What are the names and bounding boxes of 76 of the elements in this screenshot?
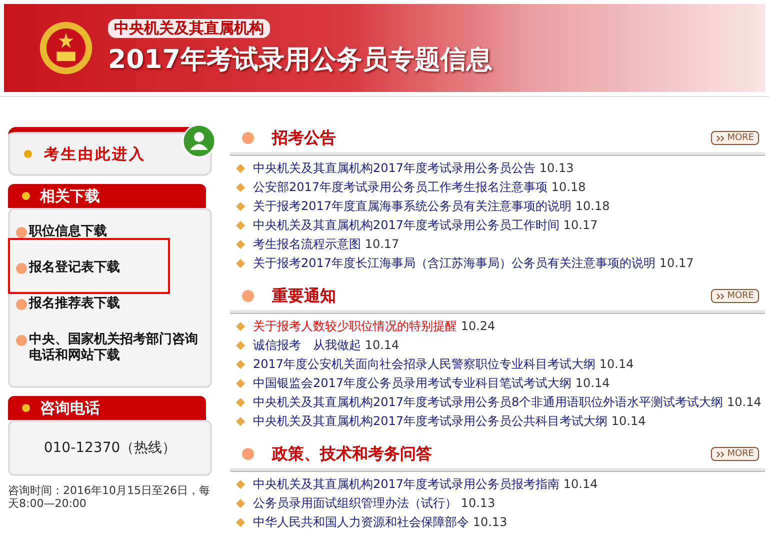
download-link[interactable]: 中央、国家机关招考部门咨询电话和网站下载 [29, 332, 210, 364]
section-title: 重要通知 [272, 286, 336, 306]
news-date: 10.17 [563, 218, 598, 232]
news-link[interactable]: 中央机关及其直属机构2017年度考试录用公务员报考指南 [253, 477, 560, 491]
diamond-bullet-icon [236, 259, 245, 268]
header-subtitle: 中央机关及其直属机构 [108, 19, 270, 38]
download-link[interactable]: 职位信息下载 [29, 224, 107, 240]
phone-number: 010-12370（热线） [44, 439, 176, 457]
news-link[interactable]: 公务员录用面试组织管理办法（试行） [253, 496, 457, 510]
consult-hours: 咨询时间：2016年10月15日至26日，每天8:00—20:00 [8, 484, 211, 510]
diamond-bullet-icon [236, 341, 245, 350]
diamond-bullet-icon [236, 202, 245, 211]
news-date: 10.14 [364, 338, 400, 352]
news-date: 10.17 [659, 256, 694, 270]
diamond-bullet-icon [236, 499, 245, 508]
news-date: 10.24 [460, 319, 496, 333]
news-link[interactable]: 2017年度公安机关面向社会招录人民警察职位专业科目考试大纲 [253, 357, 596, 371]
bullet-icon [22, 192, 30, 200]
news-link[interactable]: 中央机关及其直属机构2017年度考试录用公务员公告 [253, 161, 536, 175]
download-link[interactable]: 报名登记表下载 [29, 260, 120, 276]
diamond-bullet-icon [236, 398, 245, 407]
bullet-icon [16, 299, 27, 310]
diamond-bullet-icon [236, 164, 245, 173]
header-title: 2017年考试录用公务员专题信息 [108, 44, 492, 77]
diamond-bullet-icon [236, 221, 245, 230]
news-date: 10.13 [460, 496, 496, 510]
news-link[interactable]: 考生报名流程示意图 [253, 237, 361, 251]
news-date: 10.18 [551, 180, 586, 194]
news-date: 10.14 [599, 357, 634, 371]
news-date: 10.13 [539, 161, 574, 175]
news-link[interactable]: 中央机关及其直属机构2017年度考试录用公务员工作时间 [253, 218, 560, 232]
chevron-icon [716, 292, 726, 300]
download-link[interactable]: 报名推荐表下载 [29, 296, 120, 312]
section-tab-title: 相关下载 [40, 186, 100, 206]
news-link[interactable]: 中央机关及其直属机构2017年度考试录用公务员公共科目考试大纲 [253, 414, 608, 428]
chevron-icon [716, 134, 726, 142]
bullet-icon [16, 335, 27, 346]
diamond-bullet-icon [236, 417, 245, 426]
section-tab-title: 咨询电话 [40, 398, 100, 418]
news-date: 10.14 [575, 376, 610, 390]
emblem-icon [38, 20, 94, 76]
bullet-icon [22, 404, 30, 412]
news-link[interactable]: 中央机关及其直属机构2017年度考试录用公务员8个非通用语职位外语水平测试考试大纲 [253, 395, 724, 409]
news-link[interactable]: 中国银监会2017年度公务员录用考试专业科目笔试考试大纲 [253, 376, 572, 390]
diamond-bullet-icon [236, 322, 245, 331]
diamond-bullet-icon [236, 240, 245, 249]
section-title: 政策、技术和考务问答 [272, 444, 432, 464]
bullet-icon [16, 227, 27, 238]
more-button[interactable]: MORE [711, 131, 759, 145]
news-link[interactable]: 诚信报考 从我做起 [253, 338, 361, 352]
user-icon [182, 124, 216, 158]
diamond-bullet-icon [236, 183, 245, 192]
diamond-bullet-icon [236, 360, 245, 369]
diamond-bullet-icon [236, 518, 245, 527]
news-link[interactable]: 关于报考2017年度长江海事局（含江苏海事局）公务员有关注意事项的说明 [253, 256, 656, 270]
bullet-icon [242, 132, 254, 144]
bullet-icon [242, 448, 254, 460]
more-button[interactable]: MORE [711, 289, 759, 303]
bullet-icon [24, 150, 32, 158]
news-link[interactable]: 关于报考人数较少职位情况的特别提醒 [253, 319, 457, 333]
news-date: 10.14 [727, 395, 762, 409]
section-title: 招考公告 [272, 128, 336, 148]
news-date: 10.14 [563, 477, 598, 491]
news-date: 10.17 [364, 237, 400, 251]
news-link[interactable]: 中华人民共和国人力资源和社会保障部令 [253, 515, 469, 529]
news-date: 10.14 [611, 414, 646, 428]
bullet-icon [16, 263, 27, 274]
news-date: 10.13 [472, 515, 508, 529]
news-link[interactable]: 关于报考2017年度直属海事系统公务员有关注意事项的说明 [253, 199, 572, 213]
news-link[interactable]: 公安部2017年度考试录用公务员工作考生报名注意事项 [253, 180, 548, 194]
diamond-bullet-icon [236, 480, 245, 489]
bullet-icon [242, 290, 254, 302]
chevron-icon [716, 450, 726, 458]
more-button[interactable]: MORE [711, 447, 759, 461]
news-date: 10.18 [575, 199, 610, 213]
diamond-bullet-icon [236, 379, 245, 388]
